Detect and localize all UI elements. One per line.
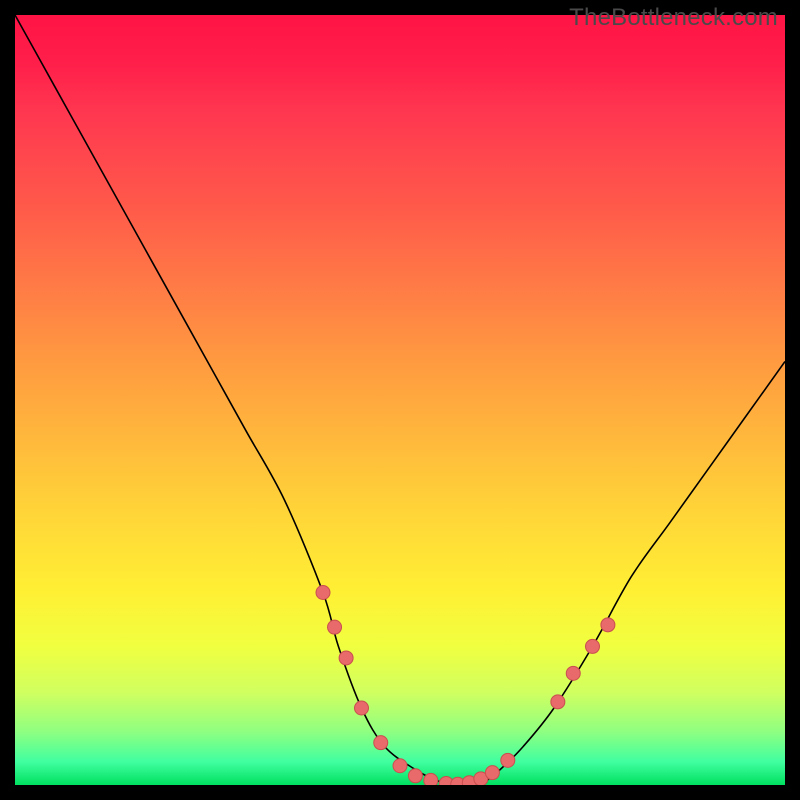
marker-layer	[15, 15, 785, 785]
data-marker	[551, 695, 565, 709]
data-marker	[586, 639, 600, 653]
chart-container: TheBottleneck.com	[0, 0, 800, 800]
data-marker	[374, 736, 388, 750]
data-marker	[424, 773, 438, 785]
data-marker	[485, 766, 499, 780]
data-marker	[393, 759, 407, 773]
data-marker	[328, 620, 342, 634]
watermark-text: TheBottleneck.com	[569, 4, 778, 32]
data-marker	[316, 586, 330, 600]
data-marker	[339, 651, 353, 665]
data-marker	[601, 618, 615, 632]
data-marker	[566, 666, 580, 680]
plot-area	[15, 15, 785, 785]
data-marker	[355, 701, 369, 715]
data-marker	[501, 753, 515, 767]
data-marker	[408, 769, 422, 783]
